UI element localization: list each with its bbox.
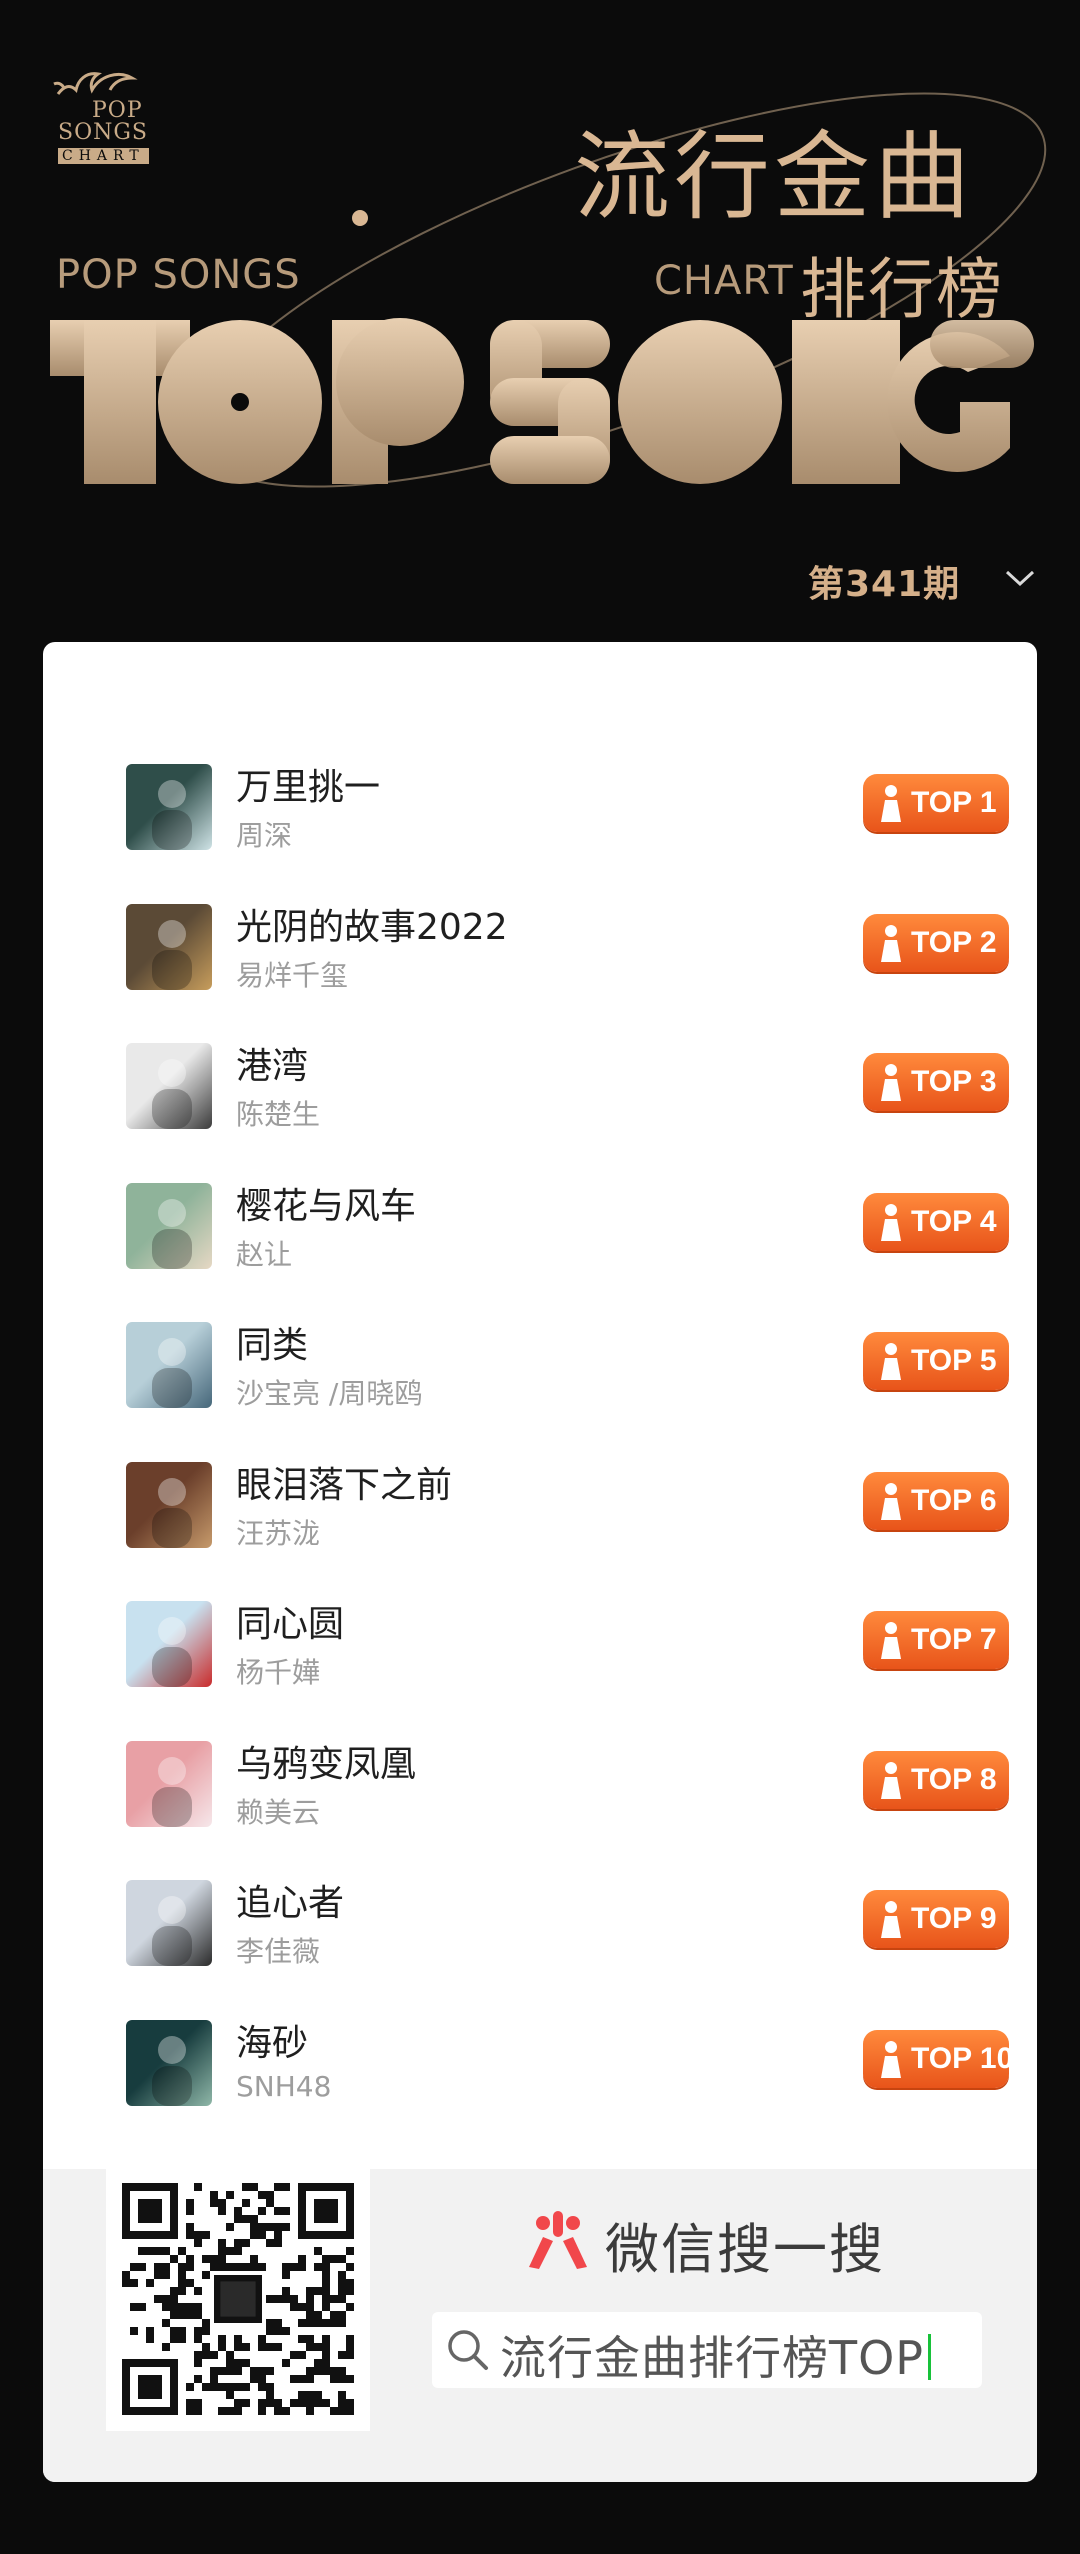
subtitle-pop-songs: POP SONGS — [56, 252, 301, 298]
chart-row[interactable]: 乌鸦变凤凰 赖美云 TOP 8 — [43, 1740, 1037, 1861]
rank-label: TOP 3 — [911, 1065, 997, 1098]
rank-badge[interactable]: TOP 5 — [863, 1332, 1009, 1390]
rank-badge[interactable]: TOP 9 — [863, 1890, 1009, 1948]
song-title[interactable]: 海砂 — [236, 2014, 308, 2066]
chart-row[interactable]: 同心圆 杨千嬅 TOP 7 — [43, 1601, 1037, 1721]
artist-name: 赖美云 — [236, 1795, 321, 1829]
artist-name: 杨千嬅 — [236, 1656, 321, 1689]
search-input[interactable]: 流行金曲排行榜TOP — [432, 2312, 982, 2388]
bottom-margin — [0, 2482, 1080, 2554]
song-title[interactable]: 同类 — [236, 1316, 308, 1368]
person-icon — [881, 924, 901, 962]
album-cover[interactable] — [126, 903, 212, 990]
header-banner: POP SONGS CHART 流行金曲 POP SONGS CHART 排行榜 — [0, 0, 1080, 640]
rank-badge[interactable]: TOP 2 — [863, 913, 1009, 972]
song-title[interactable]: 乌鸦变凤凰 — [236, 1735, 416, 1787]
issue-selector-label[interactable]: 第341期 — [808, 555, 960, 607]
chart-row[interactable]: 海砂 SNH48 TOP 10 — [43, 2019, 1037, 2140]
person-icon — [881, 1761, 901, 1799]
rank-badge[interactable]: TOP 4 — [863, 1192, 1009, 1251]
top-songs-wordmark — [50, 318, 1034, 484]
artist-name: 李佳薇 — [236, 1935, 321, 1968]
rank-badge[interactable]: TOP 6 — [863, 1471, 1009, 1530]
album-cover[interactable] — [126, 1461, 212, 1548]
chart-list-card: 万里挑一周深 TOP 1 光阴的故事2022 易烊千玺 TOP 2 港湾陈楚生 TOP 3 樱… — [43, 642, 1037, 2482]
person-icon — [881, 1901, 901, 1938]
person-icon — [881, 1482, 901, 1520]
person-icon — [881, 785, 901, 822]
rank-badge[interactable]: TOP 8 — [863, 1750, 1009, 1809]
text-caret — [928, 2334, 932, 2380]
person-icon — [881, 1622, 901, 1659]
album-cover[interactable] — [126, 1322, 212, 1408]
qr-code — [106, 2169, 370, 2431]
artist-name: 汪苏泷 — [236, 1516, 321, 1550]
artist-name: 易烊千玺 — [236, 958, 349, 992]
rank-label: TOP 5 — [911, 1344, 997, 1377]
artist-name: SNH48 — [236, 2069, 332, 2103]
song-title[interactable]: 港湾 — [236, 1037, 308, 1089]
rank-badge[interactable]: TOP 7 — [863, 1611, 1009, 1669]
album-cover[interactable] — [126, 1740, 212, 1827]
rank-label: TOP 4 — [911, 1204, 997, 1238]
chart-row[interactable]: 光阴的故事2022 易烊千玺 TOP 2 — [43, 903, 1037, 1024]
chart-row[interactable]: 追心者 李佳薇 TOP 9 — [43, 1880, 1037, 2000]
person-icon — [881, 1064, 901, 1101]
rank-label: TOP 2 — [911, 925, 997, 959]
search-query-text: 流行金曲排行榜TOP — [500, 2322, 932, 2388]
rank-label: TOP 9 — [911, 1902, 997, 1935]
song-title[interactable]: 同心圆 — [236, 1595, 344, 1647]
wechat-search-footer: 微信搜一搜 流行金曲排行榜TOP — [43, 2169, 1037, 2482]
wechat-search-logo-icon — [529, 2211, 587, 2269]
chart-row[interactable]: 同类 沙宝亮 /周晓鸥 TOP 5 — [43, 1322, 1037, 1442]
rank-label: TOP 6 — [911, 1483, 997, 1517]
rank-badge[interactable]: TOP 1 — [863, 774, 1009, 832]
album-cover[interactable] — [126, 1043, 212, 1129]
wechat-search-label: 微信搜一搜 — [605, 2218, 885, 2281]
rank-label: TOP 7 — [911, 1623, 997, 1656]
person-icon — [881, 2040, 901, 2078]
album-cover[interactable] — [126, 1601, 212, 1687]
album-cover[interactable] — [126, 764, 212, 850]
album-cover[interactable] — [126, 2019, 212, 2106]
rank-label: TOP 8 — [911, 1762, 997, 1796]
subtitle-chart: CHART — [654, 258, 794, 304]
rank-badge[interactable]: TOP 10 — [863, 2029, 1013, 2088]
album-cover[interactable] — [126, 1880, 212, 1966]
rank-label: TOP 1 — [911, 786, 997, 819]
person-icon — [881, 1203, 901, 1241]
person-icon — [881, 1343, 901, 1380]
chart-row[interactable]: 万里挑一 周深 TOP 1 — [43, 764, 1037, 884]
rank-badge[interactable]: TOP 3 — [863, 1053, 1009, 1111]
chevron-down-icon[interactable] — [1004, 568, 1036, 588]
artist-name: 沙宝亮 /周晓鸥 — [236, 1377, 423, 1410]
song-title[interactable]: 樱花与风车 — [236, 1177, 416, 1229]
chart-row[interactable]: 眼泪落下之前 汪苏泷 TOP 6 — [43, 1461, 1037, 1582]
rank-label: TOP 10 — [911, 2041, 1014, 2075]
artist-name: 陈楚生 — [236, 1098, 321, 1131]
search-icon — [448, 2330, 488, 2370]
chart-row[interactable]: 港湾 陈楚生 TOP 3 — [43, 1043, 1037, 1163]
artist-name: 赵让 — [236, 1237, 293, 1271]
song-title[interactable]: 万里挑一 — [236, 758, 380, 810]
chart-title-cn: 流行金曲 — [574, 121, 974, 233]
song-title[interactable]: 眼泪落下之前 — [236, 1456, 452, 1508]
song-title[interactable]: 光阴的故事2022 — [236, 898, 508, 950]
song-title[interactable]: 追心者 — [236, 1874, 344, 1926]
chart-row[interactable]: 樱花与风车 赵让 TOP 4 — [43, 1182, 1037, 1303]
album-cover[interactable] — [126, 1182, 212, 1269]
artist-name: 周深 — [236, 819, 293, 852]
